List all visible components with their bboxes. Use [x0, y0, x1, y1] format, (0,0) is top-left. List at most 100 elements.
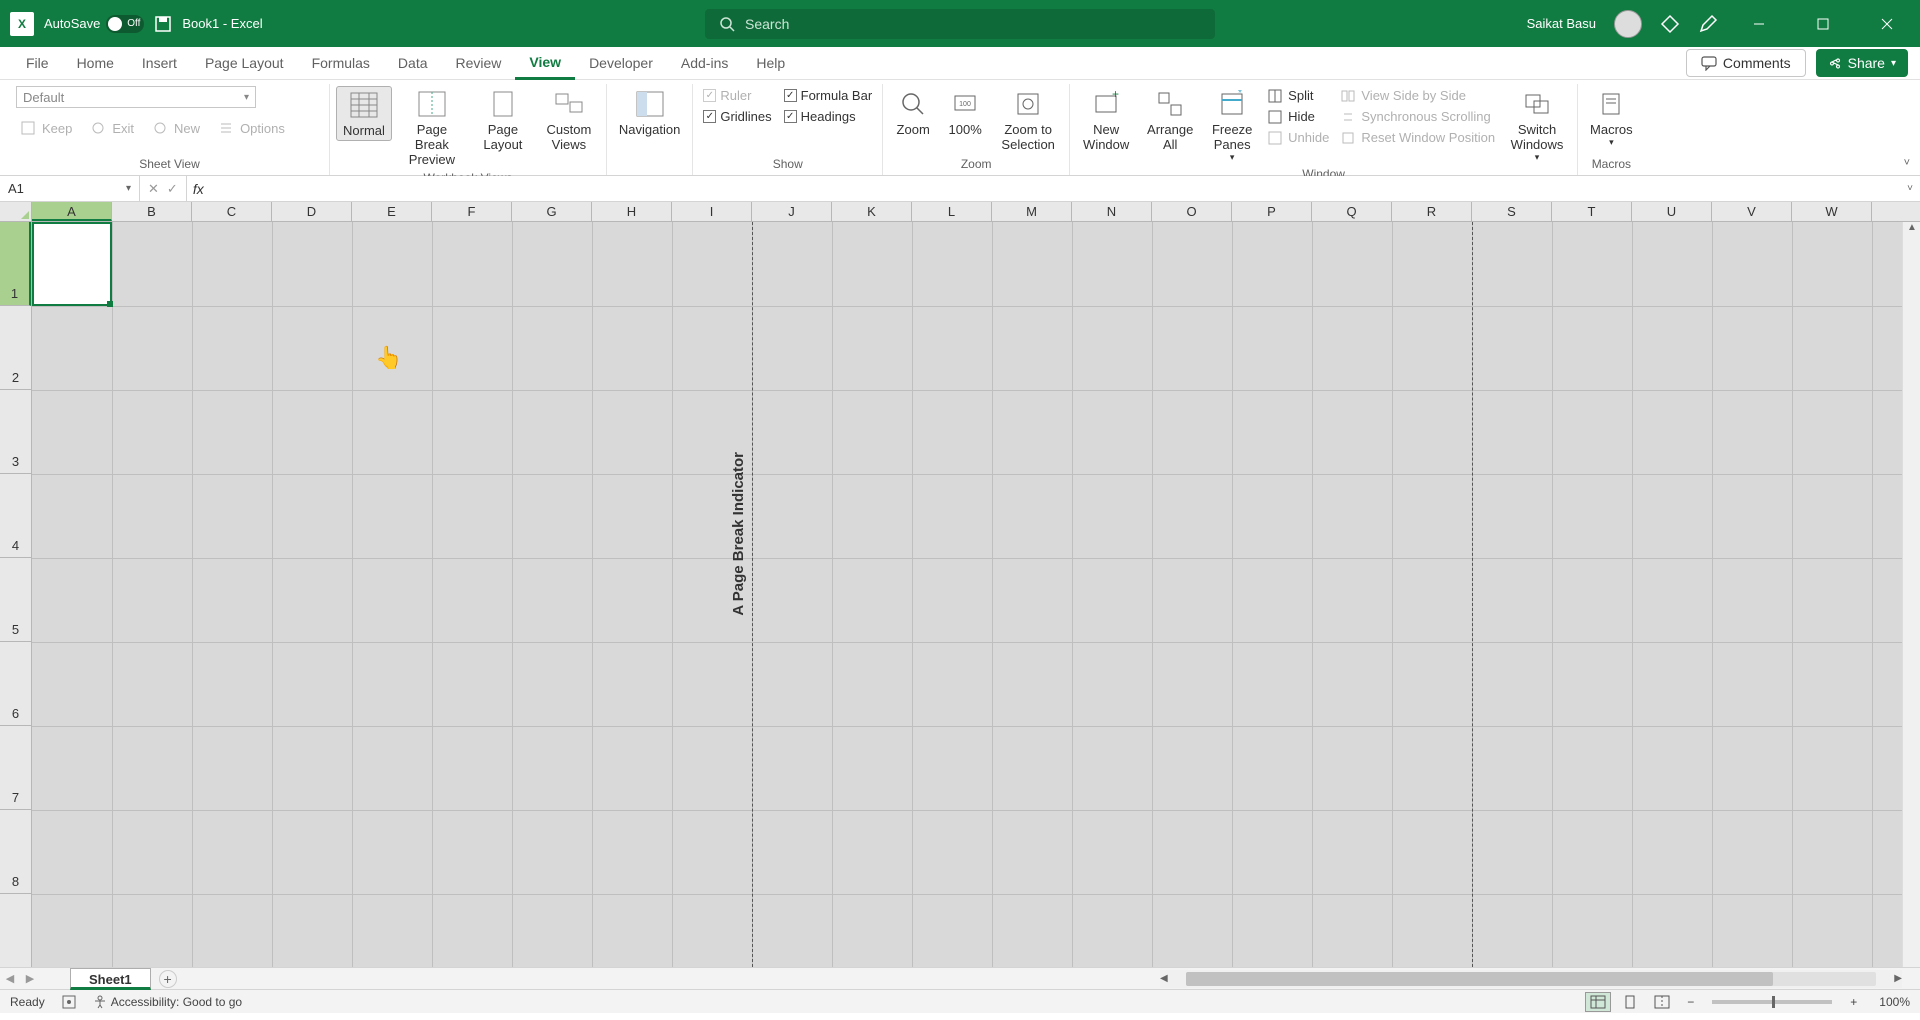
- arrange-all-button[interactable]: Arrange All: [1140, 86, 1200, 154]
- view-side-button: View Side by Side: [1337, 86, 1499, 105]
- row-header-2[interactable]: 2: [0, 306, 31, 390]
- page-break-preview-button[interactable]: Page Break Preview: [396, 86, 468, 169]
- maximize-button[interactable]: [1800, 8, 1846, 40]
- row-header-8[interactable]: 8: [0, 810, 31, 894]
- zoom-100-button[interactable]: 100100%: [941, 86, 989, 139]
- col-header-I[interactable]: I: [672, 202, 752, 221]
- close-button[interactable]: [1864, 8, 1910, 40]
- zoom-level[interactable]: 100%: [1869, 995, 1910, 1009]
- row-header-4[interactable]: 4: [0, 474, 31, 558]
- zoom-selection-button[interactable]: Zoom to Selection: [993, 86, 1063, 154]
- formula-bar-checkbox[interactable]: ✓Formula Bar: [780, 86, 877, 105]
- sheet-tab-1[interactable]: Sheet1: [70, 968, 151, 990]
- sheetview-select[interactable]: Default: [16, 86, 256, 108]
- prev-sheet-button[interactable]: ◀: [0, 972, 20, 985]
- avatar[interactable]: [1614, 10, 1642, 38]
- macros-button[interactable]: Macros▾: [1584, 86, 1639, 150]
- zoom-in-button[interactable]: +: [1844, 995, 1863, 1009]
- col-header-H[interactable]: H: [592, 202, 672, 221]
- col-header-P[interactable]: P: [1232, 202, 1312, 221]
- tab-insert[interactable]: Insert: [128, 47, 191, 80]
- save-icon[interactable]: [154, 15, 172, 33]
- row-header-3[interactable]: 3: [0, 390, 31, 474]
- zoom-out-button[interactable]: −: [1681, 995, 1700, 1009]
- formula-input[interactable]: [210, 176, 1900, 201]
- minimize-button[interactable]: [1736, 8, 1782, 40]
- expand-formula-bar[interactable]: ˅: [1900, 176, 1920, 201]
- tab-view[interactable]: View: [515, 47, 575, 80]
- vertical-scrollbar[interactable]: ▲: [1902, 222, 1920, 967]
- normal-view-status-button[interactable]: [1585, 992, 1611, 1012]
- name-box[interactable]: A1: [0, 176, 140, 201]
- new-window-button[interactable]: +New Window: [1076, 86, 1136, 154]
- active-cell[interactable]: [32, 222, 112, 306]
- ribbon-content: Default Keep Exit New Options Sheet View…: [0, 80, 1920, 176]
- tab-page-layout[interactable]: Page Layout: [191, 47, 298, 80]
- hide-button[interactable]: Hide: [1264, 107, 1333, 126]
- tab-file[interactable]: File: [12, 47, 63, 80]
- comments-button[interactable]: Comments: [1686, 49, 1806, 77]
- col-header-N[interactable]: N: [1072, 202, 1152, 221]
- freeze-panes-button[interactable]: *Freeze Panes▾: [1204, 86, 1260, 165]
- col-header-L[interactable]: L: [912, 202, 992, 221]
- page-break-status-button[interactable]: [1649, 992, 1675, 1012]
- diamond-icon[interactable]: [1660, 14, 1680, 34]
- col-header-T[interactable]: T: [1552, 202, 1632, 221]
- col-header-J[interactable]: J: [752, 202, 832, 221]
- collapse-ribbon-button[interactable]: ˅: [1904, 157, 1910, 169]
- col-header-Q[interactable]: Q: [1312, 202, 1392, 221]
- normal-view-button[interactable]: Normal: [336, 86, 392, 141]
- tab-addins[interactable]: Add-ins: [667, 47, 742, 80]
- headings-checkbox[interactable]: ✓Headings: [780, 107, 877, 126]
- select-all-corner[interactable]: [0, 202, 32, 221]
- tab-help[interactable]: Help: [742, 47, 799, 80]
- unhide-button: Unhide: [1264, 128, 1333, 147]
- cell-grid[interactable]: A Page Break Indicator: [32, 222, 1920, 967]
- page-layout-status-button[interactable]: [1617, 992, 1643, 1012]
- switch-windows-button[interactable]: Switch Windows▾: [1503, 86, 1571, 165]
- row-header-1[interactable]: 1: [0, 222, 31, 306]
- hide-icon: [1268, 110, 1282, 124]
- col-header-D[interactable]: D: [272, 202, 352, 221]
- zoom-slider[interactable]: [1712, 1000, 1832, 1004]
- autosave-toggle[interactable]: AutoSave Off: [44, 15, 144, 33]
- record-macro-icon[interactable]: [61, 994, 77, 1010]
- side-icon: [1341, 89, 1355, 103]
- horizontal-scrollbar[interactable]: ◀ ▶: [1160, 970, 1902, 988]
- col-header-M[interactable]: M: [992, 202, 1072, 221]
- tab-data[interactable]: Data: [384, 47, 442, 80]
- zoom-button[interactable]: Zoom: [889, 86, 937, 139]
- tab-formulas[interactable]: Formulas: [298, 47, 384, 80]
- custom-views-button[interactable]: Custom Views: [538, 86, 600, 154]
- split-button[interactable]: Split: [1264, 86, 1333, 105]
- row-header-6[interactable]: 6: [0, 642, 31, 726]
- page-layout-button[interactable]: Page Layout: [472, 86, 534, 154]
- col-header-B[interactable]: B: [112, 202, 192, 221]
- col-header-G[interactable]: G: [512, 202, 592, 221]
- row-header-7[interactable]: 7: [0, 726, 31, 810]
- col-header-U[interactable]: U: [1632, 202, 1712, 221]
- tab-review[interactable]: Review: [442, 47, 516, 80]
- navigation-button[interactable]: Navigation: [613, 86, 686, 139]
- add-sheet-button[interactable]: +: [159, 970, 177, 988]
- gridlines-checkbox[interactable]: ✓Gridlines: [699, 107, 775, 126]
- row-header-5[interactable]: 5: [0, 558, 31, 642]
- col-header-K[interactable]: K: [832, 202, 912, 221]
- col-header-S[interactable]: S: [1472, 202, 1552, 221]
- col-header-E[interactable]: E: [352, 202, 432, 221]
- pen-icon[interactable]: [1698, 14, 1718, 34]
- search-box[interactable]: Search: [705, 9, 1215, 39]
- col-header-W[interactable]: W: [1792, 202, 1872, 221]
- col-header-C[interactable]: C: [192, 202, 272, 221]
- col-header-A[interactable]: A: [32, 202, 112, 221]
- col-header-R[interactable]: R: [1392, 202, 1472, 221]
- col-header-V[interactable]: V: [1712, 202, 1792, 221]
- tab-developer[interactable]: Developer: [575, 47, 667, 80]
- col-header-O[interactable]: O: [1152, 202, 1232, 221]
- col-header-F[interactable]: F: [432, 202, 512, 221]
- share-button[interactable]: Share ▾: [1816, 49, 1908, 77]
- fx-icon[interactable]: fx: [187, 176, 210, 201]
- next-sheet-button[interactable]: ▶: [20, 972, 40, 985]
- tab-home[interactable]: Home: [63, 47, 128, 80]
- accessibility-status[interactable]: Accessibility: Good to go: [93, 995, 242, 1009]
